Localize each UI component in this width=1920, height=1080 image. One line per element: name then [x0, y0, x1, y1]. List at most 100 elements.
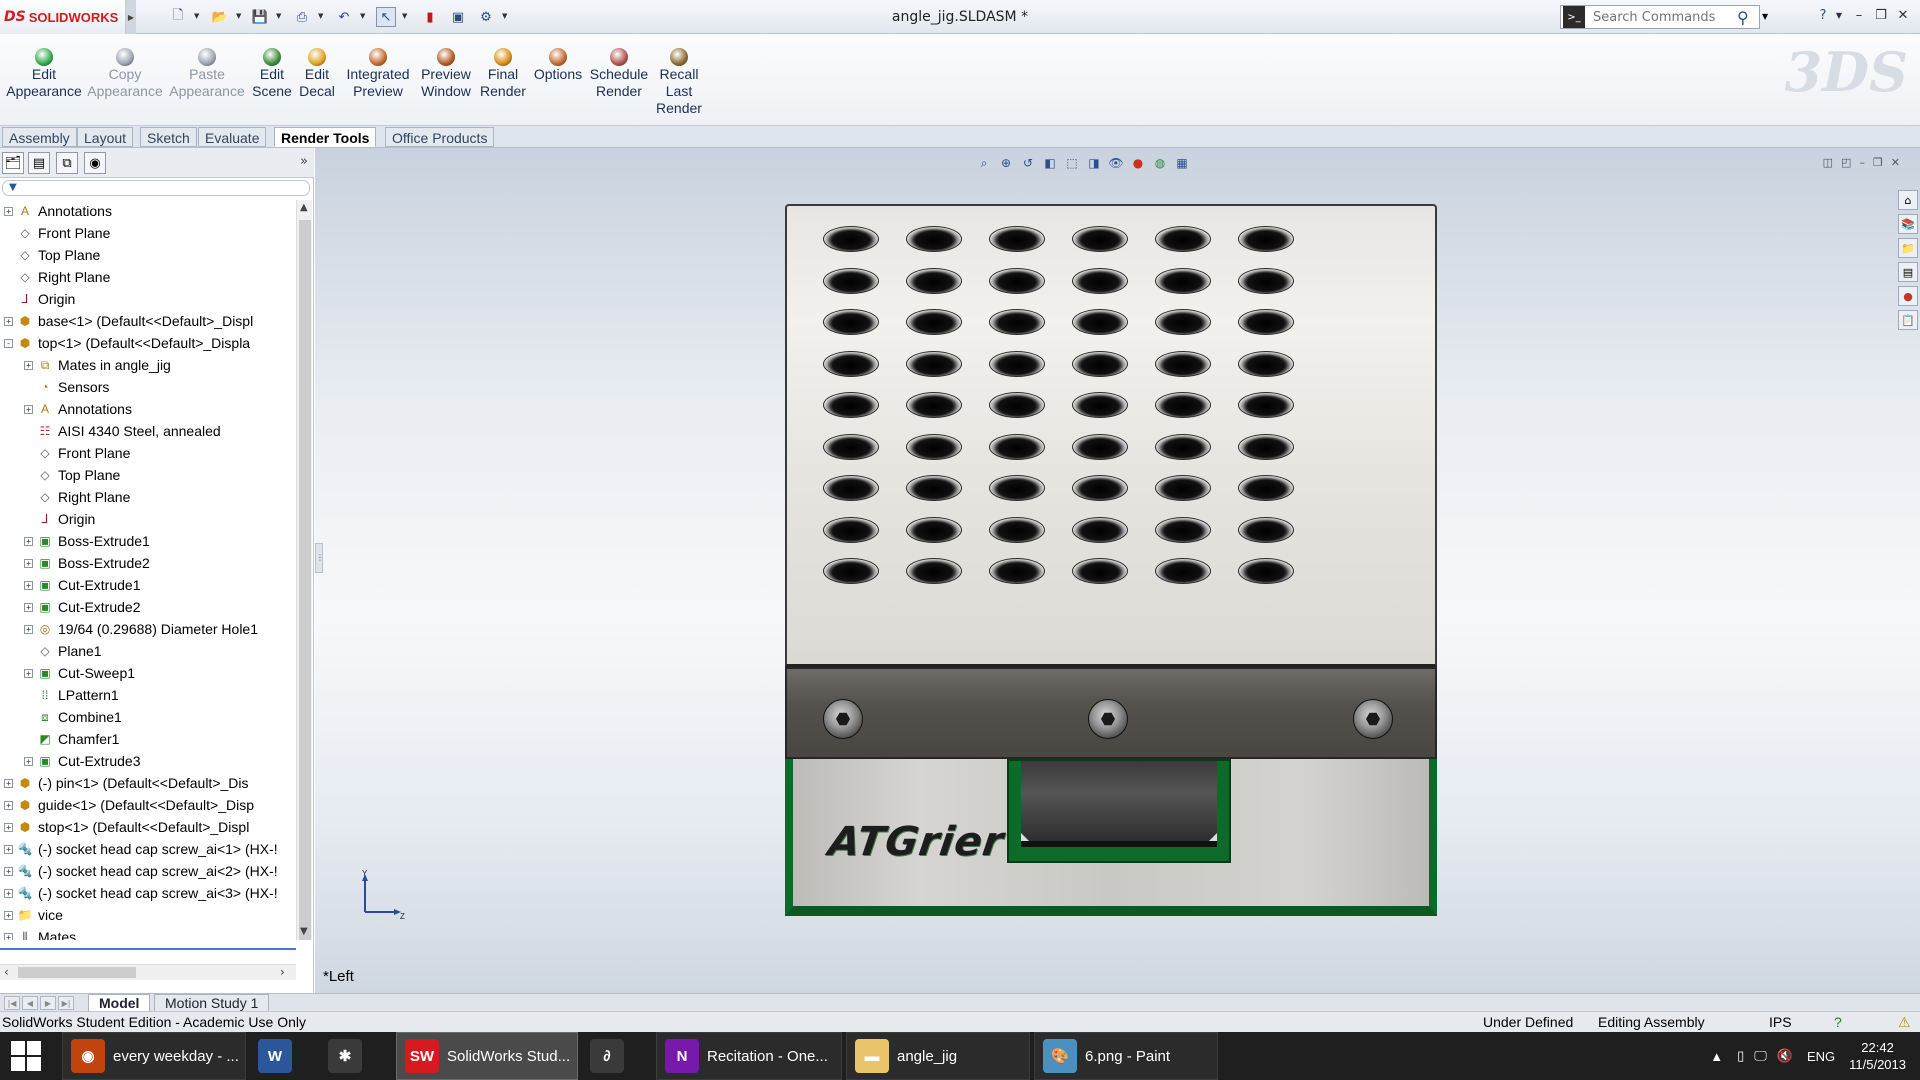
scroll-left-icon[interactable]: ‹ [4, 965, 9, 979]
threaded-hole[interactable] [1072, 392, 1128, 418]
threaded-hole[interactable] [1155, 226, 1211, 252]
threaded-hole[interactable] [823, 226, 879, 252]
volume-muted-icon[interactable]: 🔇 [1777, 1048, 1793, 1064]
property-manager-tab-icon[interactable]: ▤ [28, 152, 50, 174]
tree-item[interactable]: ◇ Front Plane [24, 442, 130, 464]
select-dropdown-icon[interactable]: ▼ [402, 12, 410, 22]
section-view-icon[interactable]: ◧ [1041, 154, 1059, 172]
tree-item[interactable]: ◇ Top Plane [4, 244, 100, 266]
threaded-hole[interactable] [1238, 267, 1294, 294]
threaded-hole[interactable] [989, 516, 1045, 543]
tree-item[interactable]: + ⬢ guide<1> (Default<<Default>_Disp [4, 794, 254, 816]
search-commands-box[interactable]: >_ ⚲ [1560, 5, 1760, 29]
phone-icon[interactable]: ▯ [1737, 1048, 1744, 1064]
print-icon[interactable]: ⎙ [292, 7, 312, 27]
feature-manager-tab-icon[interactable]: 🗂 [2, 152, 24, 174]
tree-item[interactable]: + ⬢ stop<1> (Default<<Default>_Displ [4, 816, 249, 838]
threaded-hole[interactable] [906, 516, 962, 543]
threaded-hole[interactable] [906, 558, 962, 584]
threaded-hole[interactable] [823, 433, 879, 460]
copy-appearance-button[interactable]: Copy Appearance [85, 48, 165, 100]
view-orientation-icon[interactable]: ⬚ [1063, 154, 1081, 172]
taskbar-onenote-button[interactable]: N Recitation - One... [656, 1032, 842, 1080]
configuration-manager-tab-icon[interactable]: ⧉ [56, 152, 78, 174]
viewport-split-icon[interactable]: ◫ [1823, 156, 1833, 169]
threaded-hole[interactable] [906, 309, 962, 335]
threaded-hole[interactable] [1238, 309, 1294, 335]
menu-expand-arrow-icon[interactable]: ▶ [126, 0, 136, 34]
tab-layout[interactable]: Layout [77, 127, 134, 147]
tray-expand-icon[interactable]: ▲ [1710, 1049, 1723, 1064]
tree-item[interactable]: + ▣ Boss-Extrude1 [24, 530, 150, 552]
display-manager-tab-icon[interactable]: ◉ [84, 152, 106, 174]
design-library-icon[interactable]: 📚 [1898, 214, 1918, 234]
taskbar-3dsmax-button[interactable]: ✱ [320, 1032, 384, 1080]
tree-item[interactable]: ◔ Sensors [24, 376, 109, 398]
threaded-hole[interactable] [1155, 558, 1211, 584]
threaded-hole[interactable] [989, 350, 1045, 377]
scroll-up-icon[interactable]: ▲ [300, 202, 308, 213]
threaded-hole[interactable] [823, 558, 879, 584]
angle-jig-model[interactable]: ATGrier [785, 204, 1437, 916]
file-properties-icon[interactable]: ▣ [448, 7, 468, 27]
threaded-hole[interactable] [906, 475, 962, 501]
tree-item[interactable]: ☷ AISI 4340 Steel, annealed [24, 420, 221, 442]
view-palette-icon[interactable]: ▤ [1898, 262, 1918, 282]
socket-head-cap-screw[interactable] [1353, 699, 1393, 739]
viewport-split2-icon[interactable]: ◰ [1841, 156, 1851, 169]
language-indicator[interactable]: ENG [1807, 1049, 1835, 1064]
custom-properties-icon[interactable]: 📋 [1898, 310, 1918, 330]
options-icon[interactable]: ⚙ [476, 7, 496, 27]
threaded-hole[interactable] [989, 475, 1045, 501]
expand-icon[interactable]: + [4, 822, 13, 832]
tab-assembly[interactable]: Assembly [2, 127, 77, 147]
first-tab-icon[interactable]: |◀ [4, 996, 20, 1010]
appearances-scenes-icon[interactable]: ● [1898, 286, 1918, 306]
zoom-to-fit-icon[interactable]: ⌕ [975, 154, 993, 172]
tree-item[interactable]: + A Annotations [4, 200, 112, 222]
threaded-hole[interactable] [1155, 475, 1211, 501]
new-document-icon[interactable]: 🗋 [168, 7, 188, 27]
edit-appearance-view-icon[interactable]: ● [1129, 154, 1147, 172]
socket-head-cap-screw[interactable] [823, 699, 863, 739]
scroll-down-icon[interactable]: ▼ [300, 926, 308, 937]
open-folder-icon[interactable]: 📂 [210, 7, 230, 27]
expand-icon[interactable]: + [24, 580, 33, 590]
tree-item[interactable]: + ⧉ Mates in angle_jig [24, 354, 171, 376]
print-dropdown-icon[interactable]: ▼ [318, 12, 326, 22]
tree-item[interactable]: + ▣ Cut-Sweep1 [24, 662, 135, 684]
tree-item[interactable]: + ▣ Cut-Extrude2 [24, 596, 140, 618]
tree-item[interactable]: + ▣ Boss-Extrude2 [24, 552, 150, 574]
expand-icon[interactable]: + [24, 624, 33, 634]
threaded-hole[interactable] [1238, 516, 1294, 543]
viewport-close-icon[interactable]: ✕ [1891, 156, 1900, 169]
previous-view-icon[interactable]: ↺ [1019, 154, 1037, 172]
tree-item[interactable]: + ⬢ (-) pin<1> (Default<<Default>_Dis [4, 772, 249, 794]
file-explorer-icon[interactable]: 📁 [1898, 238, 1918, 258]
expand-icon[interactable]: + [4, 778, 13, 788]
threaded-hole[interactable] [1155, 350, 1211, 377]
tree-item[interactable]: + 🔩 (-) socket head cap screw_ai<3> (HX-! [4, 882, 278, 904]
expand-icon[interactable]: + [4, 844, 13, 854]
tree-vertical-scrollbar[interactable]: ▲ ▼ [296, 200, 312, 940]
display-style-icon[interactable]: ◨ [1085, 154, 1103, 172]
tree-horizontal-scrollbar[interactable]: ‹ › [0, 964, 296, 980]
expand-icon[interactable]: + [4, 910, 13, 920]
hide-show-items-icon[interactable]: 👁 [1107, 154, 1125, 172]
panel-collapse-handle[interactable]: ⋮ [315, 543, 324, 573]
expand-icon[interactable]: + [24, 602, 33, 612]
threaded-hole[interactable] [1238, 226, 1294, 252]
threaded-hole[interactable] [989, 392, 1045, 418]
open-dropdown-icon[interactable]: ▼ [236, 12, 244, 22]
threaded-hole[interactable] [1238, 475, 1294, 501]
threaded-hole[interactable] [1155, 433, 1211, 460]
tree-item[interactable]: ◩ Chamfer1 [24, 728, 119, 750]
edit-appearance-button[interactable]: Edit Appearance [4, 48, 84, 100]
threaded-hole[interactable] [1155, 267, 1211, 294]
tree-item[interactable]: ◇ Right Plane [4, 266, 110, 288]
threaded-hole[interactable] [1072, 433, 1128, 460]
expand-icon[interactable]: + [4, 316, 13, 326]
tree-filter-input[interactable]: ▼ [2, 180, 310, 196]
threaded-hole[interactable] [823, 392, 879, 418]
tree-item[interactable]: ◇ Top Plane [24, 464, 120, 486]
